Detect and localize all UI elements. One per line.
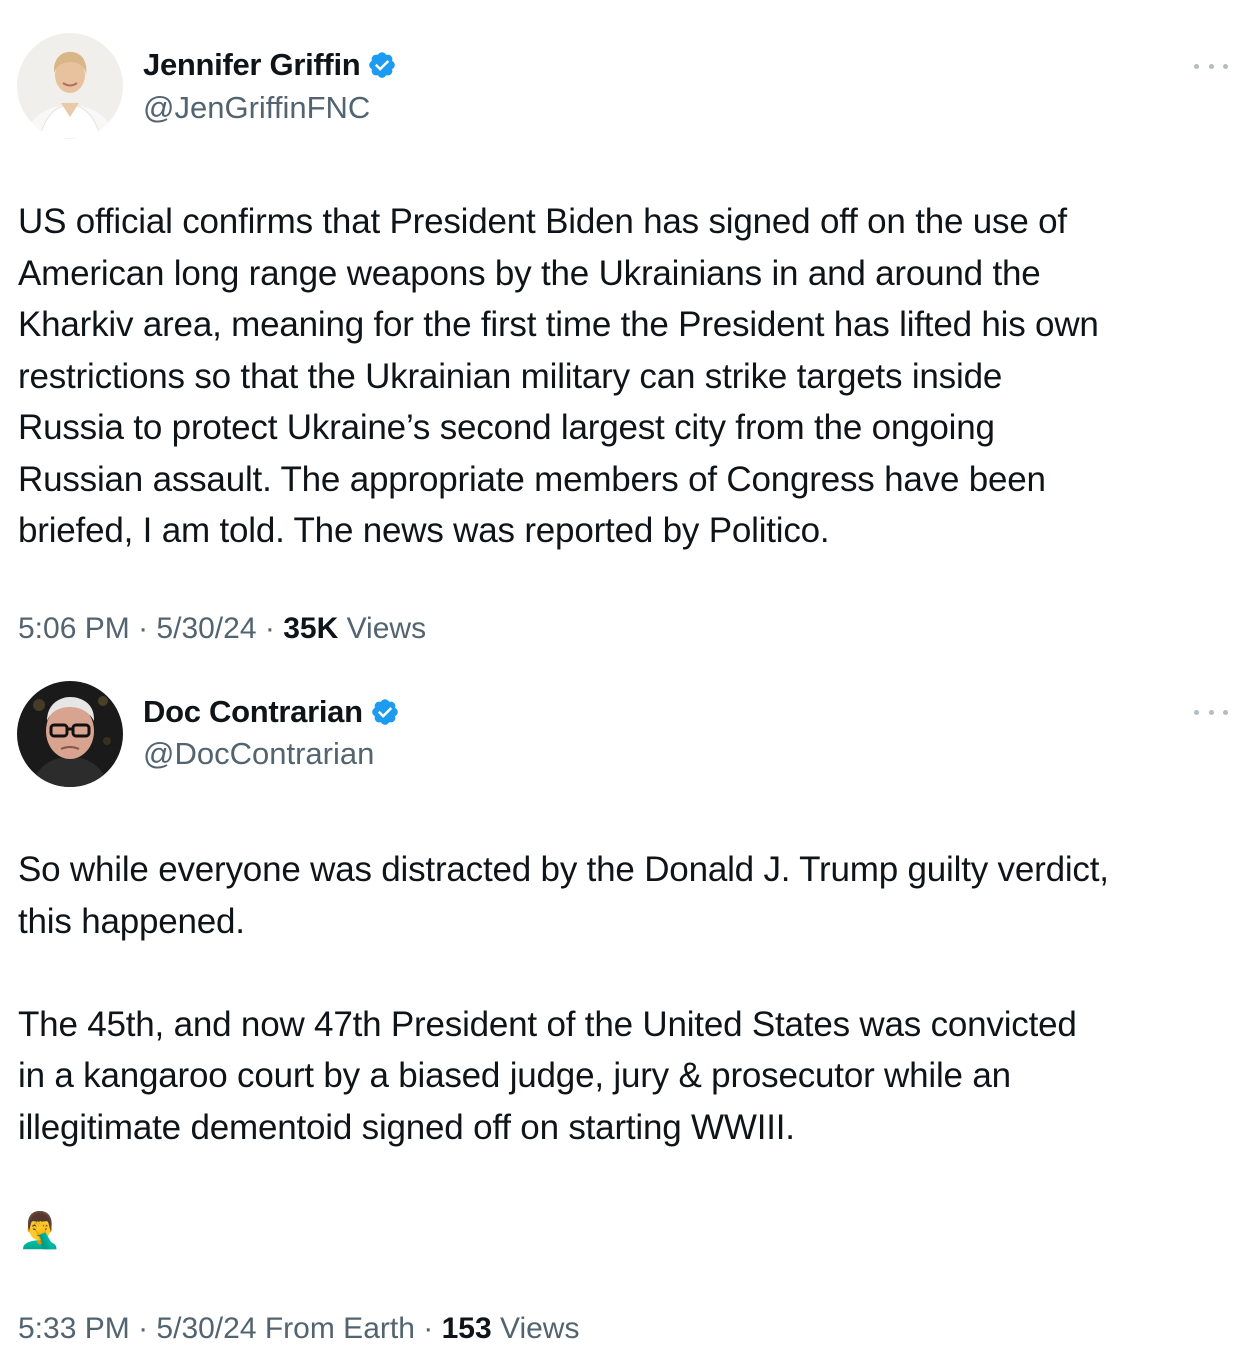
author-display-name[interactable]: Doc Contrarian — [143, 694, 363, 730]
tweet-card[interactable]: Doc Contrarian @DocContrarian So while e… — [0, 668, 1252, 1372]
verified-badge-icon[interactable] — [367, 50, 397, 80]
author-handle[interactable]: @JenGriffinFNC — [143, 90, 370, 126]
separator: · — [138, 612, 149, 645]
separator: · — [264, 612, 275, 645]
tweet-date[interactable]: 5/30/24 — [156, 1312, 256, 1345]
author-avatar[interactable] — [17, 681, 123, 787]
tweet-time[interactable]: 5:06 PM — [18, 612, 130, 645]
tweet-source: From Earth — [264, 1312, 415, 1345]
author-handle[interactable]: @DocContrarian — [143, 736, 374, 772]
tweet-card[interactable]: Jennifer Griffin @JenGriffinFNC US offic… — [0, 0, 1252, 668]
views-count[interactable]: 153 — [442, 1312, 492, 1345]
tweet-date[interactable]: 5/30/24 — [156, 612, 256, 645]
author-name-row: Jennifer Griffin — [143, 43, 397, 87]
tweet-text: So while everyone was distracted by the … — [18, 844, 1236, 1256]
separator: · — [423, 1312, 434, 1345]
tweet-meta: 5:33 PM · 5/30/24 From Earth · 153 Views — [18, 1312, 579, 1346]
views-label: Views — [346, 612, 427, 645]
more-options-icon[interactable] — [1194, 702, 1228, 722]
avatar-photo-man-icon — [17, 681, 123, 787]
tweet-meta: 5:06 PM · 5/30/24 · 35K Views — [18, 612, 426, 646]
tweet-text-body: So while everyone was distracted by the … — [18, 850, 1109, 1147]
author-name-row: Doc Contrarian — [143, 690, 400, 734]
views-label: Views — [499, 1312, 580, 1345]
separator: · — [138, 1312, 149, 1345]
author-display-name[interactable]: Jennifer Griffin — [143, 47, 361, 83]
tweet-text: US official confirms that President Bide… — [18, 202, 1099, 550]
avatar-photo-woman-icon — [17, 33, 123, 139]
views-count[interactable]: 35K — [283, 612, 338, 645]
verified-badge-icon[interactable] — [370, 697, 400, 727]
facepalm-emoji: 🤦‍♂️ — [18, 1210, 62, 1250]
more-options-icon[interactable] — [1194, 56, 1228, 76]
tweet-time[interactable]: 5:33 PM — [18, 1312, 130, 1345]
author-avatar[interactable] — [17, 33, 123, 139]
